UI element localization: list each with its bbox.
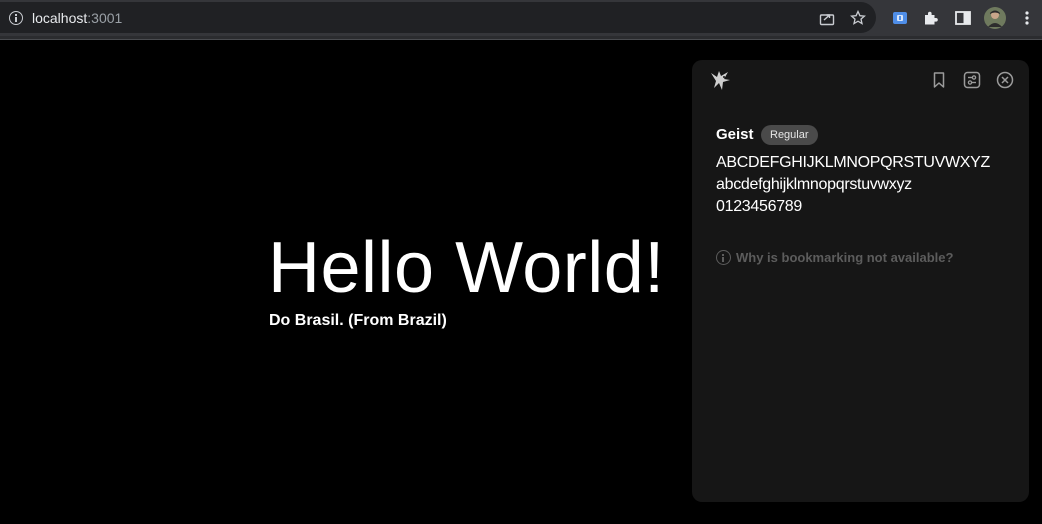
page-subtitle: Do Brasil. (From Brazil) (269, 312, 447, 329)
font-weight-badge: Regular (761, 125, 818, 145)
url-port: :3001 (87, 10, 123, 26)
sliders-icon[interactable] (963, 71, 981, 89)
bookmark-icon[interactable] (930, 71, 948, 89)
page-headline: Hello World! (268, 228, 665, 308)
extension-badge-icon[interactable] (891, 9, 909, 27)
url-host: localhost (32, 10, 88, 26)
sample-uppercase: ABCDEFGHIJKLMNOPQRSTUVWXYZ (716, 154, 991, 171)
browser-toolbar: localhost:3001 (0, 0, 1042, 36)
sample-lowercase: abcdefghijklmnopqrstuvwxyz (716, 176, 912, 193)
sample-digits: 0123456789 (716, 198, 802, 215)
kebab-menu-icon[interactable] (1018, 9, 1036, 27)
bird-logo-icon (711, 71, 730, 90)
close-icon[interactable] (996, 71, 1014, 89)
info-circle-icon (716, 250, 731, 265)
puzzle-icon[interactable] (922, 9, 940, 27)
font-inspector-panel: Geist Regular ABCDEFGHIJKLMNOPQRSTUVWXYZ… (692, 60, 1029, 502)
share-icon[interactable] (819, 10, 835, 26)
bookmark-info-link[interactable]: Why is bookmarking not available? (716, 250, 953, 265)
info-icon[interactable] (9, 11, 23, 25)
address-bar[interactable]: localhost:3001 (0, 2, 876, 33)
font-family-name: Geist (716, 126, 754, 143)
side-panel-icon[interactable] (954, 9, 972, 27)
star-icon[interactable] (850, 10, 866, 26)
url-text[interactable]: localhost:3001 (32, 10, 122, 26)
bookmark-info-text: Why is bookmarking not available? (736, 250, 954, 265)
avatar[interactable] (984, 7, 1006, 29)
